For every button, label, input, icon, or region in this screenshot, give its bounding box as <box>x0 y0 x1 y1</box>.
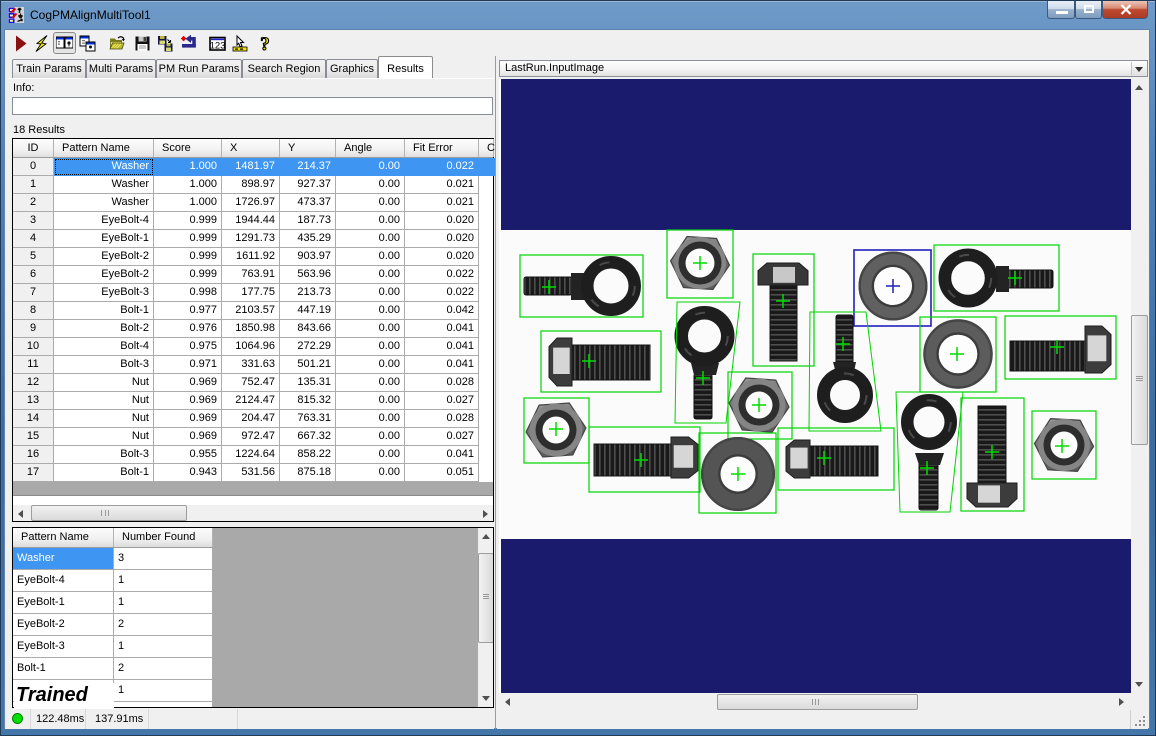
svg-text:123: 123 <box>210 41 226 52</box>
svg-text:?: ? <box>260 35 270 52</box>
